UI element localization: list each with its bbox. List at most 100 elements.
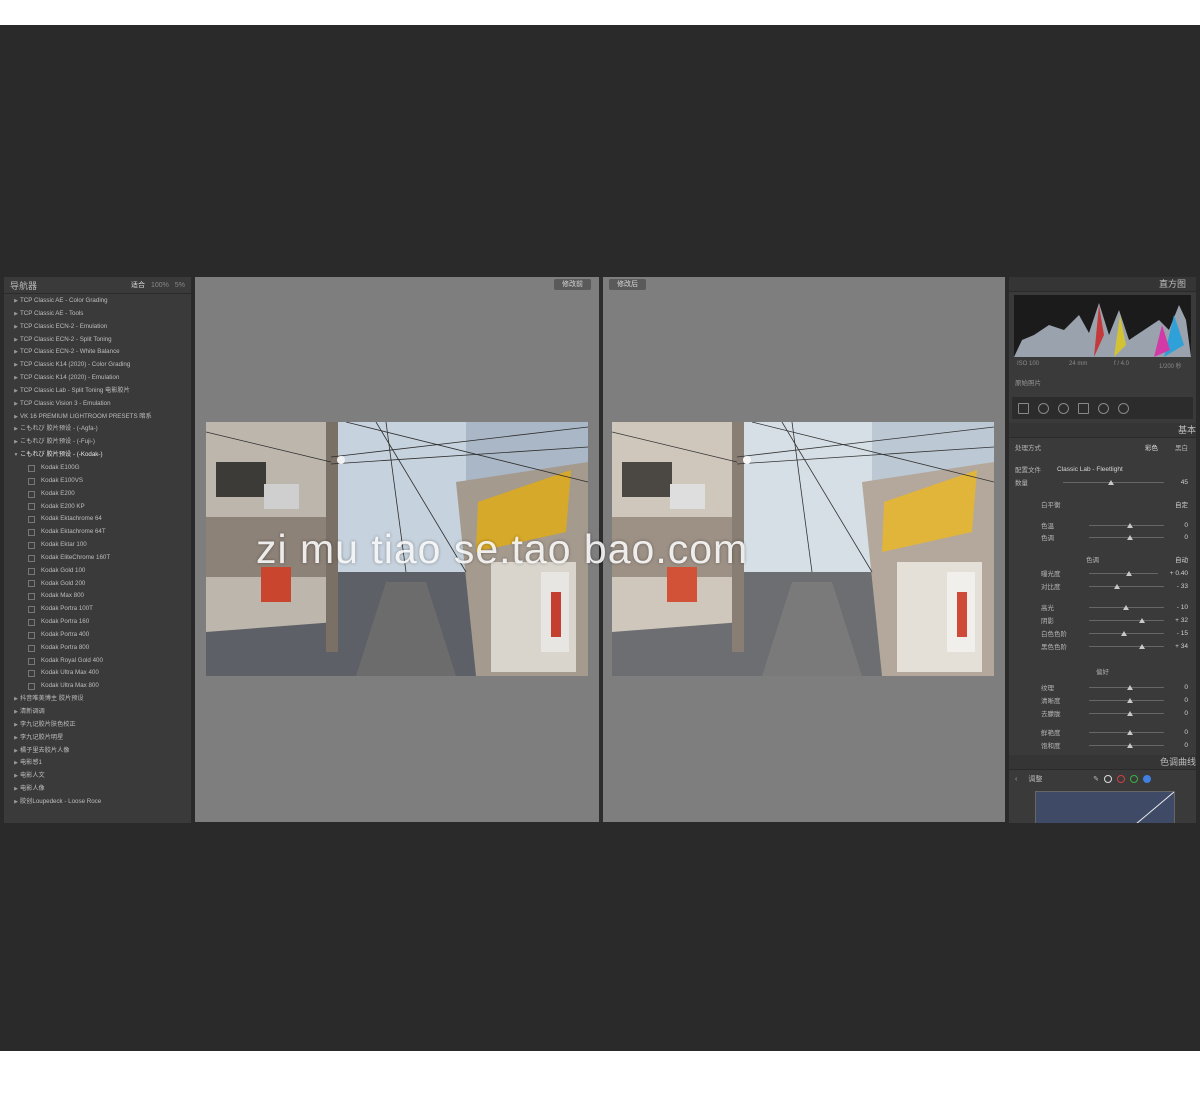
shadows-slider[interactable] bbox=[1089, 617, 1164, 623]
whites-row[interactable]: 白色色阶 - 15 bbox=[1015, 628, 1188, 639]
tint-row[interactable]: 色调 0 bbox=[1015, 532, 1188, 543]
preset-folder[interactable]: ▶ 电影人文 bbox=[4, 770, 191, 783]
preset-item[interactable]: Kodak Portra 800 bbox=[4, 642, 191, 655]
wb-row[interactable]: 白平衡 自定 bbox=[1015, 499, 1188, 509]
profile-row[interactable]: 配置文件 Classic Lab - Fleetlight bbox=[1015, 464, 1188, 475]
curve-red-dot[interactable] bbox=[1117, 775, 1125, 783]
preset-folder[interactable]: ▶ TCP Classic K14 (2020) - Color Grading bbox=[4, 359, 191, 372]
preset-item[interactable]: Kodak E200 KP bbox=[4, 501, 191, 514]
preset-folder[interactable]: ▶ 胶创Loupedeck - Loose Roce bbox=[4, 796, 191, 809]
temp-slider[interactable] bbox=[1089, 522, 1164, 528]
zoom-fit-option[interactable]: 适合 bbox=[131, 280, 145, 290]
preset-item[interactable]: Kodak E100G bbox=[4, 462, 191, 475]
preset-folder[interactable]: ▶ こもれび 胶片预设 - (-Agfa-) bbox=[4, 423, 191, 436]
preset-item[interactable]: Kodak Gold 100 bbox=[4, 565, 191, 578]
texture-row[interactable]: 纹理 0 bbox=[1015, 682, 1188, 693]
profile-value[interactable]: Classic Lab - Fleetlight bbox=[1057, 466, 1188, 473]
clarity-row[interactable]: 清晰度 0 bbox=[1015, 695, 1188, 706]
chevron-right-icon[interactable]: ▶ bbox=[12, 372, 20, 385]
crop-icon[interactable] bbox=[1018, 402, 1029, 414]
saturation-value[interactable]: 0 bbox=[1170, 742, 1188, 749]
chevron-right-icon[interactable]: ▶ bbox=[12, 796, 20, 809]
preset-item[interactable]: Kodak Ultra Max 400 bbox=[4, 667, 191, 680]
preset-folder[interactable]: ▶ TCP Classic AE - Color Grading bbox=[4, 295, 191, 308]
vibrance-slider[interactable] bbox=[1089, 729, 1164, 735]
clarity-slider[interactable] bbox=[1089, 697, 1164, 703]
chevron-right-icon[interactable]: ▶ bbox=[12, 385, 20, 398]
curve-point-icon[interactable]: ✎ bbox=[1093, 775, 1099, 783]
texture-slider[interactable] bbox=[1089, 684, 1164, 690]
dehaze-row[interactable]: 去朦胧 0 bbox=[1015, 708, 1188, 719]
preset-item[interactable]: Kodak E100VS bbox=[4, 475, 191, 488]
navigator-header[interactable]: 导航器 适合 100% 5% bbox=[4, 277, 191, 294]
preset-folder[interactable]: ▶ TCP Classic ECN-2 - Emulation bbox=[4, 321, 191, 334]
preset-folder[interactable]: ▶ 橘子里去胶片人像 bbox=[4, 745, 191, 758]
exposure-slider[interactable] bbox=[1089, 570, 1158, 576]
shadows-value[interactable]: + 32 bbox=[1170, 617, 1188, 624]
chevron-right-icon[interactable]: ▶ bbox=[12, 436, 20, 449]
preset-item[interactable]: Kodak Portra 160 bbox=[4, 616, 191, 629]
chevron-right-icon[interactable]: ▶ bbox=[12, 308, 20, 321]
curve-green-dot[interactable] bbox=[1130, 775, 1138, 783]
highlights-row[interactable]: 高光 - 10 bbox=[1015, 602, 1188, 613]
contrast-slider[interactable] bbox=[1089, 583, 1164, 589]
preset-item[interactable]: Kodak Royal Gold 400 bbox=[4, 655, 191, 668]
tint-slider[interactable] bbox=[1089, 534, 1164, 540]
shadows-row[interactable]: 阴影 + 32 bbox=[1015, 615, 1188, 626]
histogram-header[interactable]: 直方图 bbox=[1009, 277, 1196, 292]
vibrance-value[interactable]: 0 bbox=[1170, 729, 1188, 736]
preset-item[interactable]: Kodak EliteChrome 160T bbox=[4, 552, 191, 565]
basic-header[interactable]: 基本 bbox=[1009, 423, 1196, 438]
tone-auto-button[interactable]: 自动 bbox=[1170, 554, 1188, 564]
chevron-right-icon[interactable]: ▶ bbox=[12, 359, 20, 372]
chevron-right-icon[interactable]: ▶ bbox=[12, 398, 20, 411]
blacks-row[interactable]: 黑色色阶 + 34 bbox=[1015, 641, 1188, 652]
chevron-right-icon[interactable]: ▶ bbox=[12, 783, 20, 796]
saturation-slider[interactable] bbox=[1089, 742, 1164, 748]
original-photo-checkbox[interactable]: 原始照片 bbox=[1015, 377, 1041, 387]
preset-folder[interactable]: ▶ TCP Classic Lab - Split Toning 电影胶片 bbox=[4, 385, 191, 398]
highlights-slider[interactable] bbox=[1089, 604, 1164, 610]
preset-folder[interactable]: ▶ こもれび 胶片预设 - (-Fuji-) bbox=[4, 436, 191, 449]
chevron-right-icon[interactable]: ▶ bbox=[12, 706, 20, 719]
tone-curve-graph[interactable] bbox=[1035, 791, 1175, 823]
preset-folder[interactable]: ▶ 李九记胶片肤色校正 bbox=[4, 719, 191, 732]
curve-target-icon[interactable]: ‹ bbox=[1015, 776, 1017, 783]
preset-folder[interactable]: ▶ 清新调调 bbox=[4, 706, 191, 719]
treatment-color-option[interactable]: 彩色 bbox=[1128, 442, 1158, 452]
preset-item[interactable]: Kodak Ektachrome 64T bbox=[4, 526, 191, 539]
temp-row[interactable]: 色温 0 bbox=[1015, 520, 1188, 531]
temp-value[interactable]: 0 bbox=[1170, 522, 1188, 529]
preset-folder[interactable]: ▶ TCP Classic ECN-2 - Split Toning bbox=[4, 334, 191, 347]
contrast-row[interactable]: 对比度 - 33 bbox=[1015, 581, 1188, 592]
chevron-right-icon[interactable]: ▶ bbox=[12, 719, 20, 732]
chevron-right-icon[interactable]: ▶ bbox=[12, 334, 20, 347]
preset-item[interactable]: Kodak Portra 400 bbox=[4, 629, 191, 642]
preset-item[interactable]: Kodak Ultra Max 800 bbox=[4, 680, 191, 693]
vibrance-row[interactable]: 鲜艳度 0 bbox=[1015, 727, 1188, 738]
preset-folder[interactable]: ▶ TCP Classic AE - Tools bbox=[4, 308, 191, 321]
treatment-bw-option[interactable]: 黑白 bbox=[1158, 442, 1188, 452]
chevron-right-icon[interactable]: ▶ bbox=[12, 411, 20, 424]
chevron-down-icon[interactable]: ▼ bbox=[12, 449, 20, 462]
whites-slider[interactable] bbox=[1089, 630, 1164, 636]
preset-item[interactable]: Kodak Portra 100T bbox=[4, 603, 191, 616]
preset-folder[interactable]: ▶ TCP Classic ECN-2 - White Balance bbox=[4, 346, 191, 359]
highlights-value[interactable]: - 10 bbox=[1170, 604, 1188, 611]
clarity-value[interactable]: 0 bbox=[1170, 697, 1188, 704]
texture-value[interactable]: 0 bbox=[1170, 684, 1188, 691]
preset-item[interactable]: Kodak Max 800 bbox=[4, 590, 191, 603]
exposure-value[interactable]: + 0.40 bbox=[1164, 570, 1188, 577]
contrast-value[interactable]: - 33 bbox=[1170, 583, 1188, 590]
spot-removal-icon[interactable] bbox=[1038, 402, 1049, 414]
preset-item[interactable]: Kodak E200 bbox=[4, 488, 191, 501]
chevron-right-icon[interactable]: ▶ bbox=[12, 757, 20, 770]
dehaze-slider[interactable] bbox=[1089, 710, 1164, 716]
red-eye-icon[interactable] bbox=[1058, 402, 1069, 414]
preset-folder[interactable]: ▶ 电影人像 bbox=[4, 783, 191, 796]
preset-item[interactable]: Kodak Ektar 100 bbox=[4, 539, 191, 552]
blacks-value[interactable]: + 34 bbox=[1170, 643, 1188, 650]
graduated-filter-icon[interactable] bbox=[1078, 402, 1089, 414]
exposure-row[interactable]: 曝光度 + 0.40 bbox=[1015, 568, 1188, 579]
whites-value[interactable]: - 15 bbox=[1170, 630, 1188, 637]
